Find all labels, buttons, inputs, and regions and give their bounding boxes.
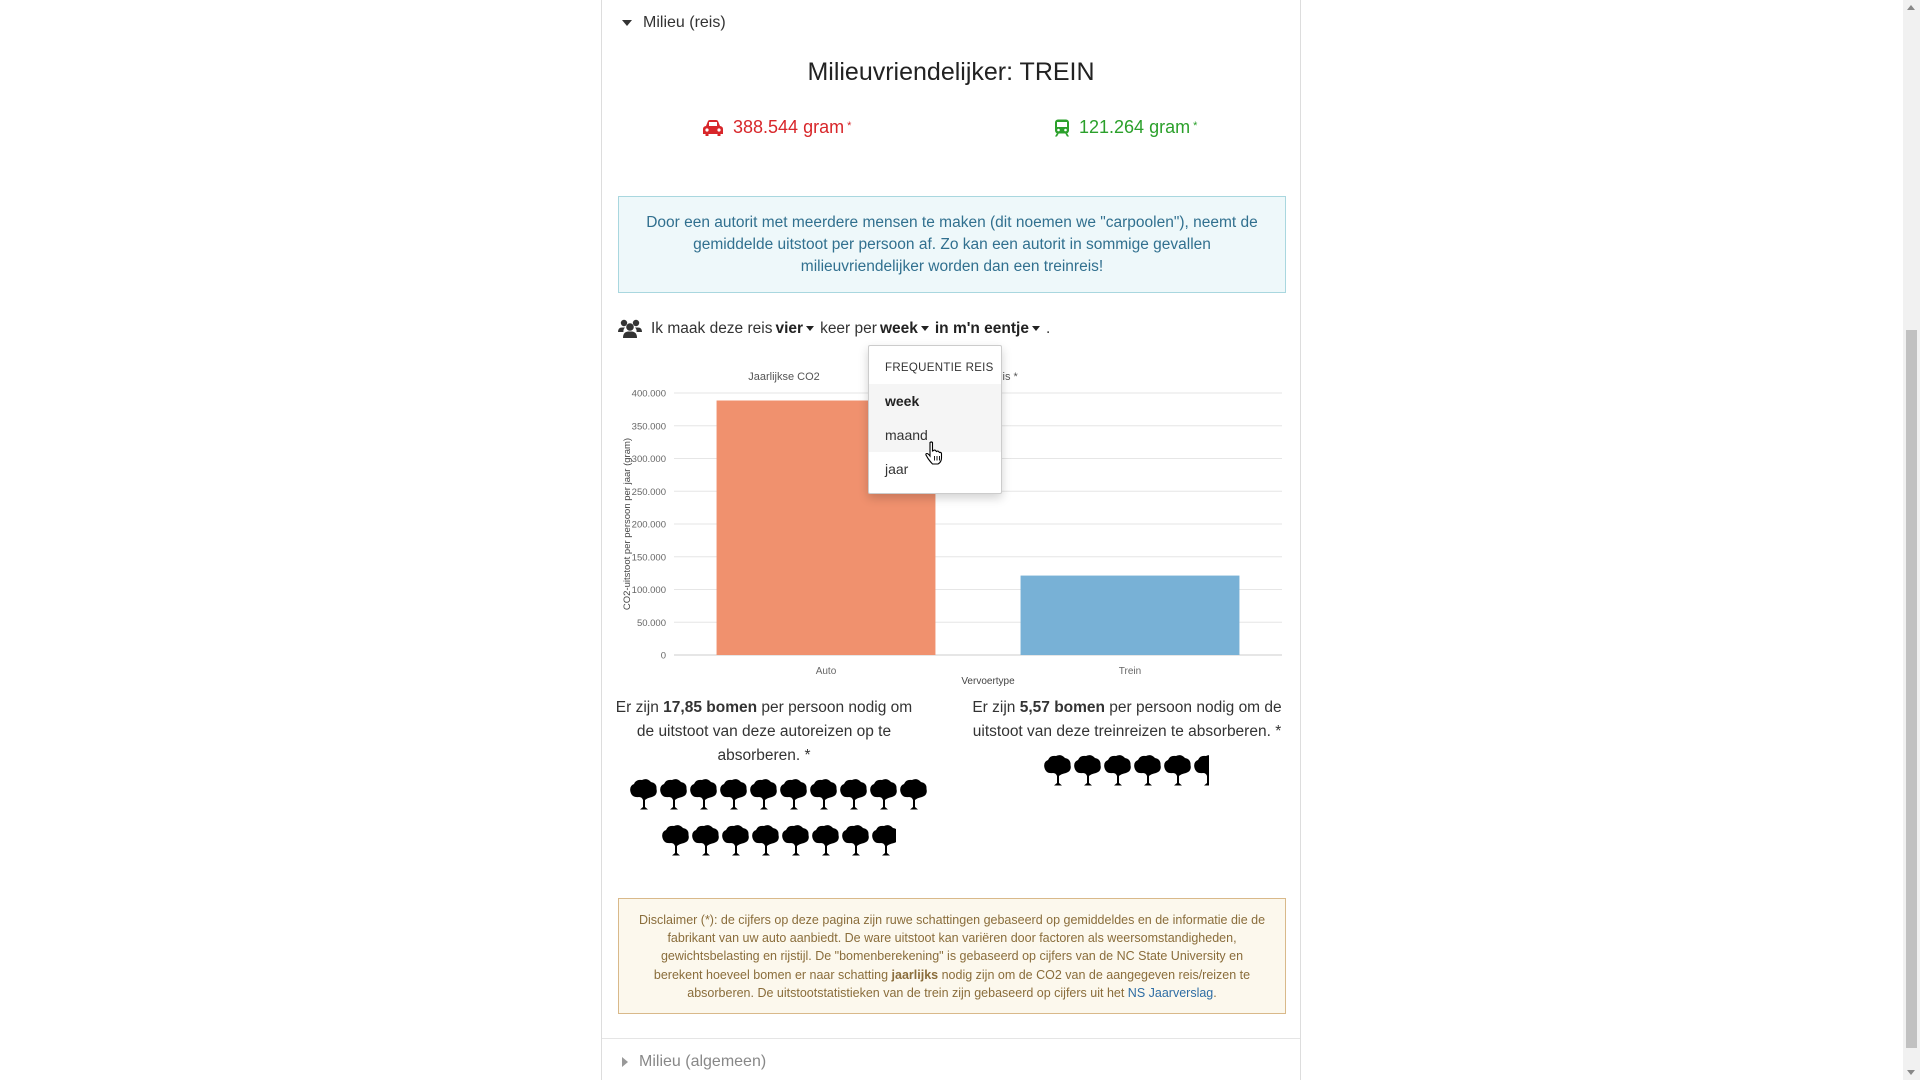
section-divider bbox=[602, 1038, 1300, 1039]
tree-row bbox=[628, 778, 928, 810]
tree-icon bbox=[780, 779, 807, 810]
tree-icon bbox=[1164, 755, 1191, 786]
x-tick-label: Auto bbox=[816, 666, 837, 677]
section2-title: Milieu (algemeen) bbox=[639, 1053, 767, 1070]
car-trees-count: 17,85 bomen bbox=[663, 699, 758, 716]
company-dropdown[interactable]: in m'n eentje bbox=[935, 320, 1040, 338]
company-dropdown-value: in m'n eentje bbox=[934, 319, 1029, 337]
period-dropdown-value: week bbox=[879, 319, 918, 337]
frequency-prefix: Ik maak deze reis bbox=[651, 319, 773, 337]
tree-icon bbox=[660, 779, 687, 810]
section-toggle-milieu-reis[interactable]: Milieu (reis) bbox=[622, 14, 726, 32]
y-axis-label: CO2-uitstoot per persoon per jaar (gram) bbox=[622, 438, 633, 610]
tree-icon bbox=[1074, 755, 1101, 786]
scroll-down-arrow-icon[interactable] bbox=[1907, 1070, 1915, 1075]
vertical-scrollbar[interactable] bbox=[1903, 0, 1920, 1080]
dropdown-item-week[interactable]: week bbox=[869, 384, 1001, 418]
scrollbar-thumb[interactable] bbox=[1906, 330, 1917, 1048]
y-tick-label: 400.000 bbox=[632, 389, 666, 400]
car-trees-prefix: Er zijn bbox=[615, 699, 664, 716]
carpool-info-box: Door een autorit met meerdere mensen te … bbox=[618, 196, 1286, 293]
section-title: Milieu (reis) bbox=[643, 14, 726, 31]
train-emission-value: 121.264 gram bbox=[1079, 117, 1191, 137]
tree-icon bbox=[752, 825, 779, 856]
tree-icon bbox=[1134, 755, 1161, 786]
tree-icon bbox=[722, 825, 749, 856]
ns-jaarverslag-link[interactable]: NS Jaarverslag bbox=[1128, 986, 1213, 1000]
tree-icon bbox=[812, 825, 839, 856]
bar-trein bbox=[1020, 575, 1240, 655]
train-emission-asterisk: * bbox=[1193, 119, 1198, 132]
car-emission-value: 388.544 gram bbox=[733, 117, 845, 137]
frequency-suffix: . bbox=[1045, 319, 1051, 337]
train-trees-count: 5,57 bomen bbox=[1019, 699, 1105, 716]
caret-down-icon bbox=[622, 20, 632, 26]
x-axis-label: Vervoertype bbox=[961, 676, 1015, 687]
tree-icon bbox=[630, 779, 657, 810]
tree-icon bbox=[1044, 755, 1071, 786]
tree-icon bbox=[870, 779, 897, 810]
period-dropdown-menu: FREQUENTIE REIS week maand jaar bbox=[868, 345, 1002, 494]
chart-title-left: Jaarlijkse CO2 bbox=[748, 371, 820, 383]
tree-icon bbox=[662, 825, 689, 856]
y-tick-label: 300.000 bbox=[632, 454, 666, 465]
y-tick-label: 0 bbox=[661, 651, 666, 662]
tree-icon bbox=[840, 779, 867, 810]
disclaimer-box: Disclaimer (*): de cijfers op deze pagin… bbox=[618, 898, 1286, 1014]
caret-down-icon bbox=[1031, 326, 1040, 331]
tree-icon bbox=[872, 825, 896, 856]
car-emission-asterisk: * bbox=[847, 119, 852, 132]
y-tick-label: 100.000 bbox=[632, 585, 666, 596]
hand-cursor-icon bbox=[925, 441, 943, 465]
train-icon bbox=[1055, 119, 1069, 136]
tree-icon bbox=[692, 825, 719, 856]
tree-icon bbox=[782, 825, 809, 856]
tree-row bbox=[660, 824, 896, 856]
tree-icon bbox=[750, 779, 777, 810]
train-trees-text: Er zijn 5,57 bomen per persoon nodig om … bbox=[962, 696, 1292, 744]
count-dropdown[interactable]: vier bbox=[775, 319, 815, 338]
main-panel: Milieu (reis) Milieuvriendelijker: TREIN… bbox=[601, 0, 1301, 1080]
tree-icon bbox=[810, 779, 837, 810]
y-tick-label: 250.000 bbox=[632, 487, 666, 498]
period-dropdown[interactable]: week bbox=[880, 320, 929, 338]
headline: Milieuvriendelijker: TREIN bbox=[807, 58, 1095, 86]
count-dropdown-value: vier bbox=[775, 319, 804, 337]
frequency-middle: keer per bbox=[820, 319, 877, 337]
car-emission-stat: 388.544 gram * bbox=[702, 117, 851, 138]
disclaimer-bold: jaarlijks bbox=[891, 967, 939, 982]
frequency-sentence: Ik maak deze reis vier keer per week in … bbox=[618, 319, 1050, 338]
tree-icon bbox=[900, 779, 927, 810]
y-tick-label: 200.000 bbox=[632, 520, 666, 531]
tree-icon bbox=[690, 779, 717, 810]
car-trees-text: Er zijn 17,85 bomen per persoon nodig om… bbox=[614, 696, 914, 768]
tree-row bbox=[1042, 754, 1210, 786]
car-icon bbox=[703, 119, 723, 136]
train-emission-stat: 121.264 gram * bbox=[1054, 117, 1197, 138]
y-tick-label: 150.000 bbox=[632, 552, 666, 563]
train-trees-prefix: Er zijn bbox=[972, 699, 1020, 716]
caret-down-icon bbox=[806, 326, 815, 331]
tree-icon bbox=[842, 825, 869, 856]
x-tick-label: Trein bbox=[1119, 666, 1141, 677]
caret-right-icon bbox=[622, 1057, 628, 1067]
dropdown-header: FREQUENTIE REIS bbox=[885, 362, 994, 374]
y-tick-label: 50.000 bbox=[637, 618, 666, 629]
disclaimer-part3: . bbox=[1213, 985, 1217, 1000]
tree-icon bbox=[1104, 755, 1131, 786]
section-toggle-milieu-algemeen[interactable]: Milieu (algemeen) bbox=[622, 1053, 766, 1071]
y-tick-label: 350.000 bbox=[632, 421, 666, 432]
people-icon bbox=[618, 319, 642, 338]
scroll-up-arrow-icon[interactable] bbox=[1907, 5, 1915, 10]
tree-icon bbox=[1194, 755, 1210, 786]
tree-icon bbox=[720, 779, 747, 810]
caret-down-icon bbox=[920, 326, 929, 331]
